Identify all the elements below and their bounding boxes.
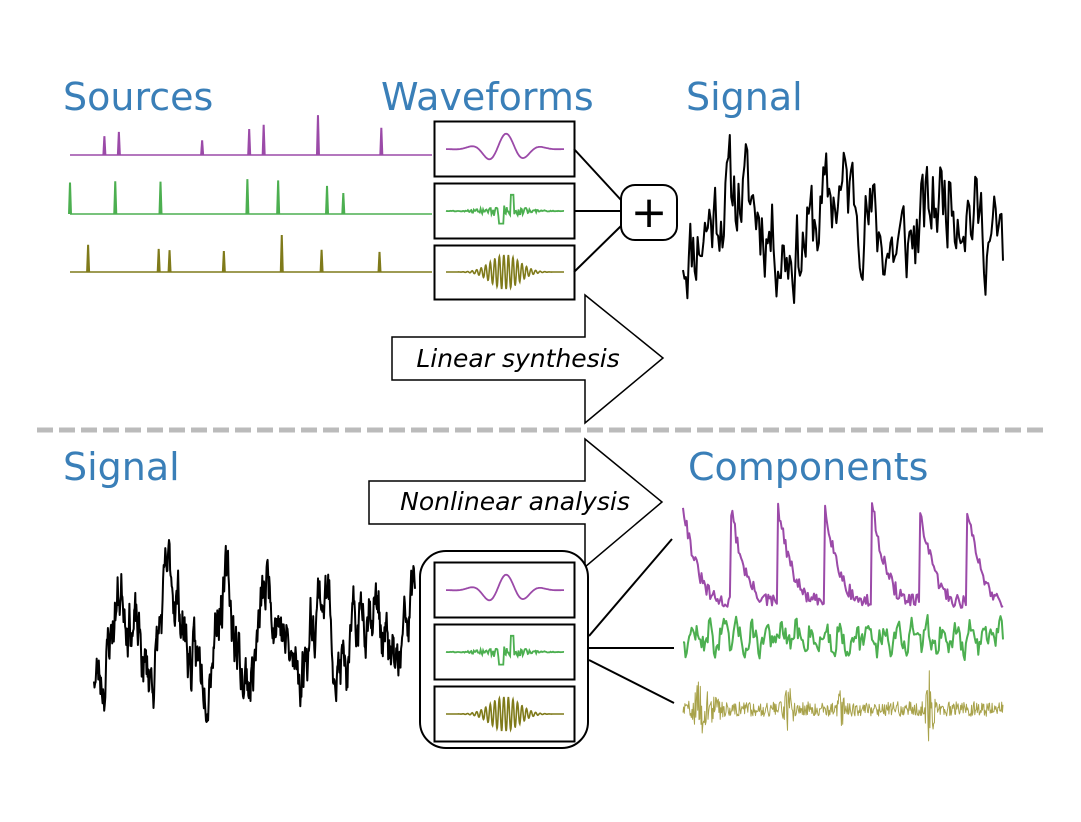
source-spike bbox=[102, 136, 107, 155]
source-3 bbox=[70, 235, 432, 273]
connector-line bbox=[573, 148, 622, 201]
source-spike bbox=[261, 124, 266, 155]
source-spike bbox=[113, 181, 118, 214]
plus-icon: + bbox=[631, 187, 668, 238]
nonlinear-analysis-arrow: Nonlinear analysis bbox=[368, 437, 664, 569]
sum-node: + bbox=[620, 184, 678, 241]
component-1 bbox=[682, 502, 1004, 609]
arrow-label-linear-synthesis: Linear synthesis bbox=[416, 344, 619, 373]
source-1 bbox=[70, 115, 432, 156]
source-spike bbox=[276, 180, 281, 214]
title-components: Components bbox=[688, 445, 928, 489]
title-waveforms: Waveforms bbox=[381, 75, 594, 119]
top-waveform-boxes bbox=[433, 120, 576, 301]
source-spike bbox=[341, 193, 346, 214]
learned-waveforms-group bbox=[419, 550, 589, 749]
signal-trace-top bbox=[682, 134, 1004, 304]
component-2 bbox=[682, 614, 1004, 661]
source-spike bbox=[379, 127, 384, 155]
source-spike bbox=[279, 235, 284, 272]
title-signal-bottom: Signal bbox=[63, 445, 180, 489]
component-connectors bbox=[588, 538, 675, 704]
linear-synthesis-arrow: Linear synthesis bbox=[391, 293, 665, 425]
source-spike-trains bbox=[68, 115, 432, 273]
source-spike bbox=[221, 251, 226, 272]
source-spike bbox=[377, 251, 382, 272]
sum-connectors bbox=[573, 148, 622, 273]
connector-line bbox=[588, 659, 675, 704]
source-2 bbox=[68, 179, 432, 215]
source-spike bbox=[86, 244, 91, 272]
source-spike bbox=[116, 131, 121, 155]
source-spike bbox=[319, 249, 324, 272]
arrow-label-nonlinear-analysis: Nonlinear analysis bbox=[400, 487, 630, 516]
component-3 bbox=[682, 670, 1004, 742]
source-spike bbox=[68, 182, 72, 214]
source-spike bbox=[200, 140, 205, 155]
source-spike bbox=[325, 185, 330, 214]
title-sources: Sources bbox=[63, 75, 213, 119]
title-signal-top: Signal bbox=[686, 75, 803, 119]
source-spike bbox=[167, 250, 172, 272]
source-spike bbox=[245, 179, 250, 214]
source-spike bbox=[156, 248, 161, 272]
connector-line bbox=[573, 225, 622, 273]
component-traces bbox=[682, 502, 1004, 742]
signal-trace-bottom bbox=[93, 539, 416, 723]
diagram-canvas: Sources Waveforms Signal Signal Componen… bbox=[37, 75, 1047, 749]
source-spike bbox=[158, 181, 163, 214]
source-spike bbox=[247, 128, 252, 155]
source-spike bbox=[315, 115, 320, 155]
